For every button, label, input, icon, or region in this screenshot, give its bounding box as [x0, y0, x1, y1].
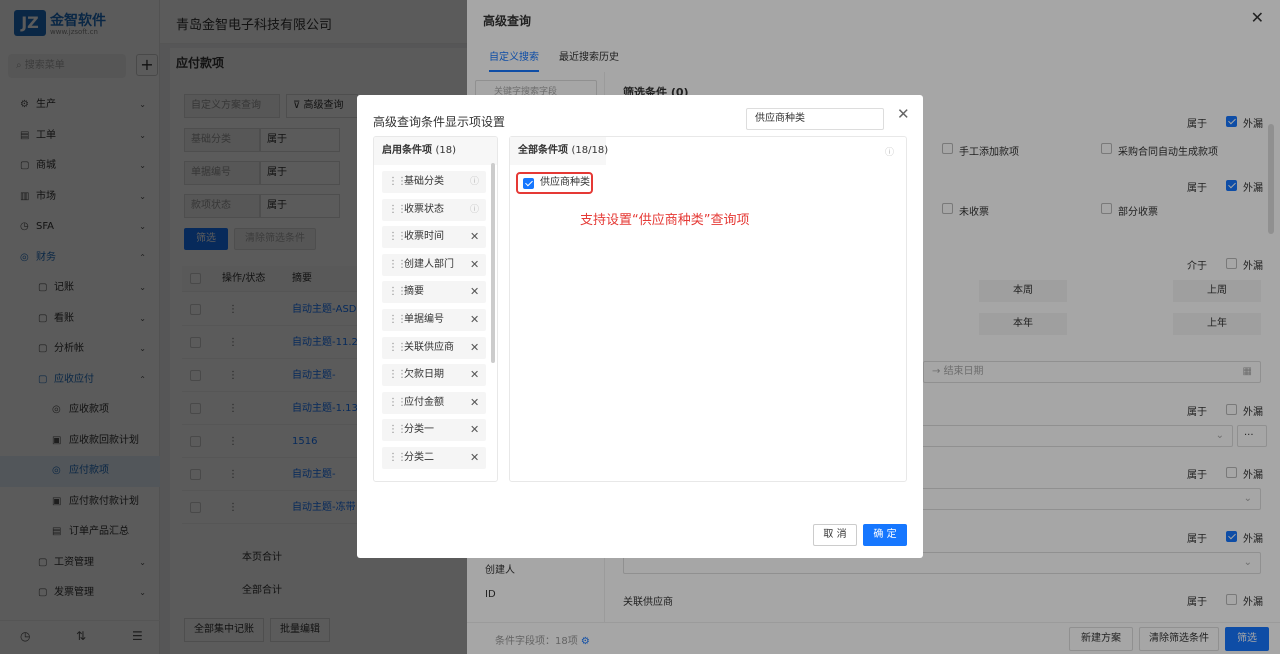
- all-head-label: 全部条件项: [518, 145, 568, 156]
- enabled-item-label: 欠款日期: [404, 369, 444, 381]
- remove-icon[interactable]: ✕: [470, 309, 479, 331]
- remove-icon[interactable]: ✕: [470, 254, 479, 276]
- modal-title: 高级查询条件显示项设置: [373, 115, 506, 129]
- enabled-item-label: 创建人部门: [404, 258, 454, 270]
- enabled-item-label: 应付金额: [404, 396, 444, 408]
- help-icon: ⓘ: [470, 204, 480, 215]
- enabled-item-label: 分类一: [404, 424, 434, 436]
- remove-icon[interactable]: ✕: [470, 226, 479, 248]
- supplier-type-checkbox[interactable]: [523, 178, 534, 189]
- remove-icon[interactable]: ✕: [470, 364, 479, 386]
- help-icon: ⓘ: [470, 177, 480, 187]
- supplier-type-option[interactable]: 供应商种类: [516, 172, 593, 194]
- enabled-item[interactable]: ⋮⋮ 收票时间 ✕: [382, 226, 486, 249]
- all-count: (18/18): [571, 145, 609, 156]
- remove-icon[interactable]: ✕: [470, 419, 479, 441]
- enabled-item-label: 摘要: [404, 286, 424, 298]
- remove-icon[interactable]: ✕: [470, 337, 479, 359]
- remove-icon[interactable]: ✕: [470, 447, 479, 469]
- enabled-item[interactable]: ⋮⋮ 摘要 ✕: [382, 281, 486, 304]
- enabled-count: (18): [435, 145, 457, 156]
- annotation-text: 支持设置“供应商种类”查询项: [580, 213, 750, 228]
- enabled-item[interactable]: ⋮⋮ 基础分类 ⓘ: [382, 171, 486, 193]
- enabled-item-label: 关联供应商: [404, 341, 454, 353]
- remove-icon[interactable]: ✕: [470, 281, 479, 303]
- help-icon[interactable]: ⓘ: [885, 145, 894, 158]
- enabled-item[interactable]: ⋮⋮ 分类一 ✕: [382, 419, 486, 442]
- enabled-item-label: 分类二: [404, 452, 434, 463]
- modal-ok-button[interactable]: 确 定: [863, 524, 907, 546]
- condition-settings-modal: 高级查询条件显示项设置 供应商种类 ✕ 启用条件项 (18) ⋮⋮ 基础分类 ⓘ ⋮⋮…: [357, 95, 923, 558]
- enabled-item[interactable]: ⋮⋮ 应付金额 ✕: [382, 391, 486, 414]
- enabled-list-scrollbar[interactable]: [491, 163, 495, 363]
- enabled-item[interactable]: ⋮⋮ 关联供应商 ✕: [382, 336, 486, 359]
- modal-close-icon[interactable]: ✕: [897, 105, 910, 123]
- all-conditions-panel: 全部条件项 (18/18) ⓘ 供应商种类 支持设置“供应商种类”查询项: [509, 136, 907, 482]
- enabled-item[interactable]: ⋮⋮ 创建人部门 ✕: [382, 253, 486, 276]
- enabled-conditions-panel: 启用条件项 (18) ⋮⋮ 基础分类 ⓘ ⋮⋮ 收票状态 ⓘ ⋮⋮ 收票时间 ✕ ⋮⋮ 创建人部门 ✕…: [373, 136, 498, 482]
- enabled-item-label: 收票状态: [404, 203, 444, 215]
- enabled-item[interactable]: ⋮⋮ 收票状态 ⓘ: [382, 198, 486, 221]
- enabled-item-label: 收票时间: [404, 231, 444, 243]
- all-conditions-header: 全部条件项 (18/18): [510, 137, 609, 165]
- enabled-item[interactable]: ⋮⋮ 单据编号 ✕: [382, 309, 486, 331]
- modal-search-input[interactable]: 供应商种类: [746, 108, 884, 130]
- modal-cancel-button[interactable]: 取 消: [813, 524, 857, 546]
- enabled-item-label: 基础分类: [404, 176, 444, 187]
- enabled-item[interactable]: ⋮⋮ 分类二 ✕: [382, 447, 486, 469]
- enabled-conditions-header: 启用条件项 (18): [374, 137, 497, 165]
- remove-icon[interactable]: ✕: [470, 392, 479, 414]
- enabled-item[interactable]: ⋮⋮ 欠款日期 ✕: [382, 364, 486, 387]
- enabled-item-label: 单据编号: [404, 314, 444, 325]
- supplier-type-label: 供应商种类: [540, 177, 590, 188]
- enabled-head-label: 启用条件项: [382, 145, 432, 156]
